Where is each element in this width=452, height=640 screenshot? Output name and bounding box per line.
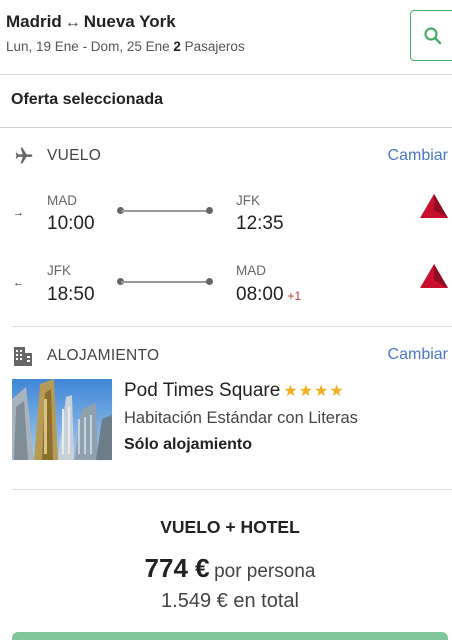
star-rating-icon: ★★★★ [283,383,345,400]
price-per-person-value: 774 € [144,553,210,583]
price-per-person: 774 € por persona [0,553,452,584]
route-summary: Madrid ↔ Nueva York [6,12,176,32]
total-label: en total [233,590,299,612]
room-type: Habitación Estándar con Literas [124,409,358,427]
block-divider [12,326,452,327]
search-icon [424,26,442,44]
return-arrival-time: 08:00 +1 [236,284,301,306]
per-person-label: por persona [214,561,316,582]
outbound-timeline [121,210,210,212]
total-price-value: 1.549 € [161,590,228,612]
timeline-end-dot [206,207,213,214]
timeline-end-dot [206,278,213,285]
total-price: 1.549 € en total [0,590,452,613]
return-departure-time: 18:50 [47,284,95,305]
flight-label: VUELO [47,147,102,164]
outbound-origin-code: MAD [47,193,77,208]
destination-city: Nueva York [83,12,176,31]
section-divider [0,127,452,128]
origin-city: Madrid [6,12,62,31]
change-flight-link[interactable]: Cambiar [388,147,448,165]
package-title: VUELO + HOTEL [160,517,300,537]
round-trip-arrow-icon: ↔ [64,14,81,31]
plane-icon [15,147,33,164]
board-type: Sólo alojamiento [124,436,253,453]
return-arrival-time-value: 08:00 [236,284,284,305]
day-offset-badge: +1 [287,289,302,303]
search-button[interactable] [410,10,452,61]
continue-button[interactable] [12,632,448,640]
return-timeline [121,281,210,283]
outbound-direction-icon: → [13,207,24,219]
passenger-count: 2 [173,39,181,54]
selected-offer-title: Oferta seleccionada [11,91,164,108]
building-icon [14,347,32,366]
outbound-arrival-time: 12:35 [236,213,284,235]
return-destination-code: MAD [236,263,266,278]
outbound-destination-code: JFK [236,193,261,208]
hotel-name-text: Pod Times Square [124,380,281,401]
airline-logo-icon [420,194,448,218]
search-summary-header: Madrid ↔ Nueva York Lun, 19 Ene - Dom, 25 … [0,0,452,75]
block-divider [12,489,452,490]
passenger-label: Pasajeros [184,39,245,54]
return-origin-code: JFK [47,263,72,278]
airline-logo-icon [420,264,448,288]
hotel-name[interactable]: Pod Times Square ★★★★ [124,380,345,402]
trip-dates: Lun, 19 Ene - Dom, 25 Ene 2 Pasajeros [6,39,245,54]
hotel-photo[interactable] [12,379,112,460]
accommodation-label: ALOJAMIENTO [47,347,160,364]
change-hotel-link[interactable]: Cambiar [388,346,448,364]
date-range: Lun, 19 Ene - Dom, 25 Ene [6,39,170,54]
return-direction-icon: ← [13,277,24,289]
outbound-arrival-time-value: 12:35 [236,213,284,234]
outbound-departure-time: 10:00 [47,213,95,234]
